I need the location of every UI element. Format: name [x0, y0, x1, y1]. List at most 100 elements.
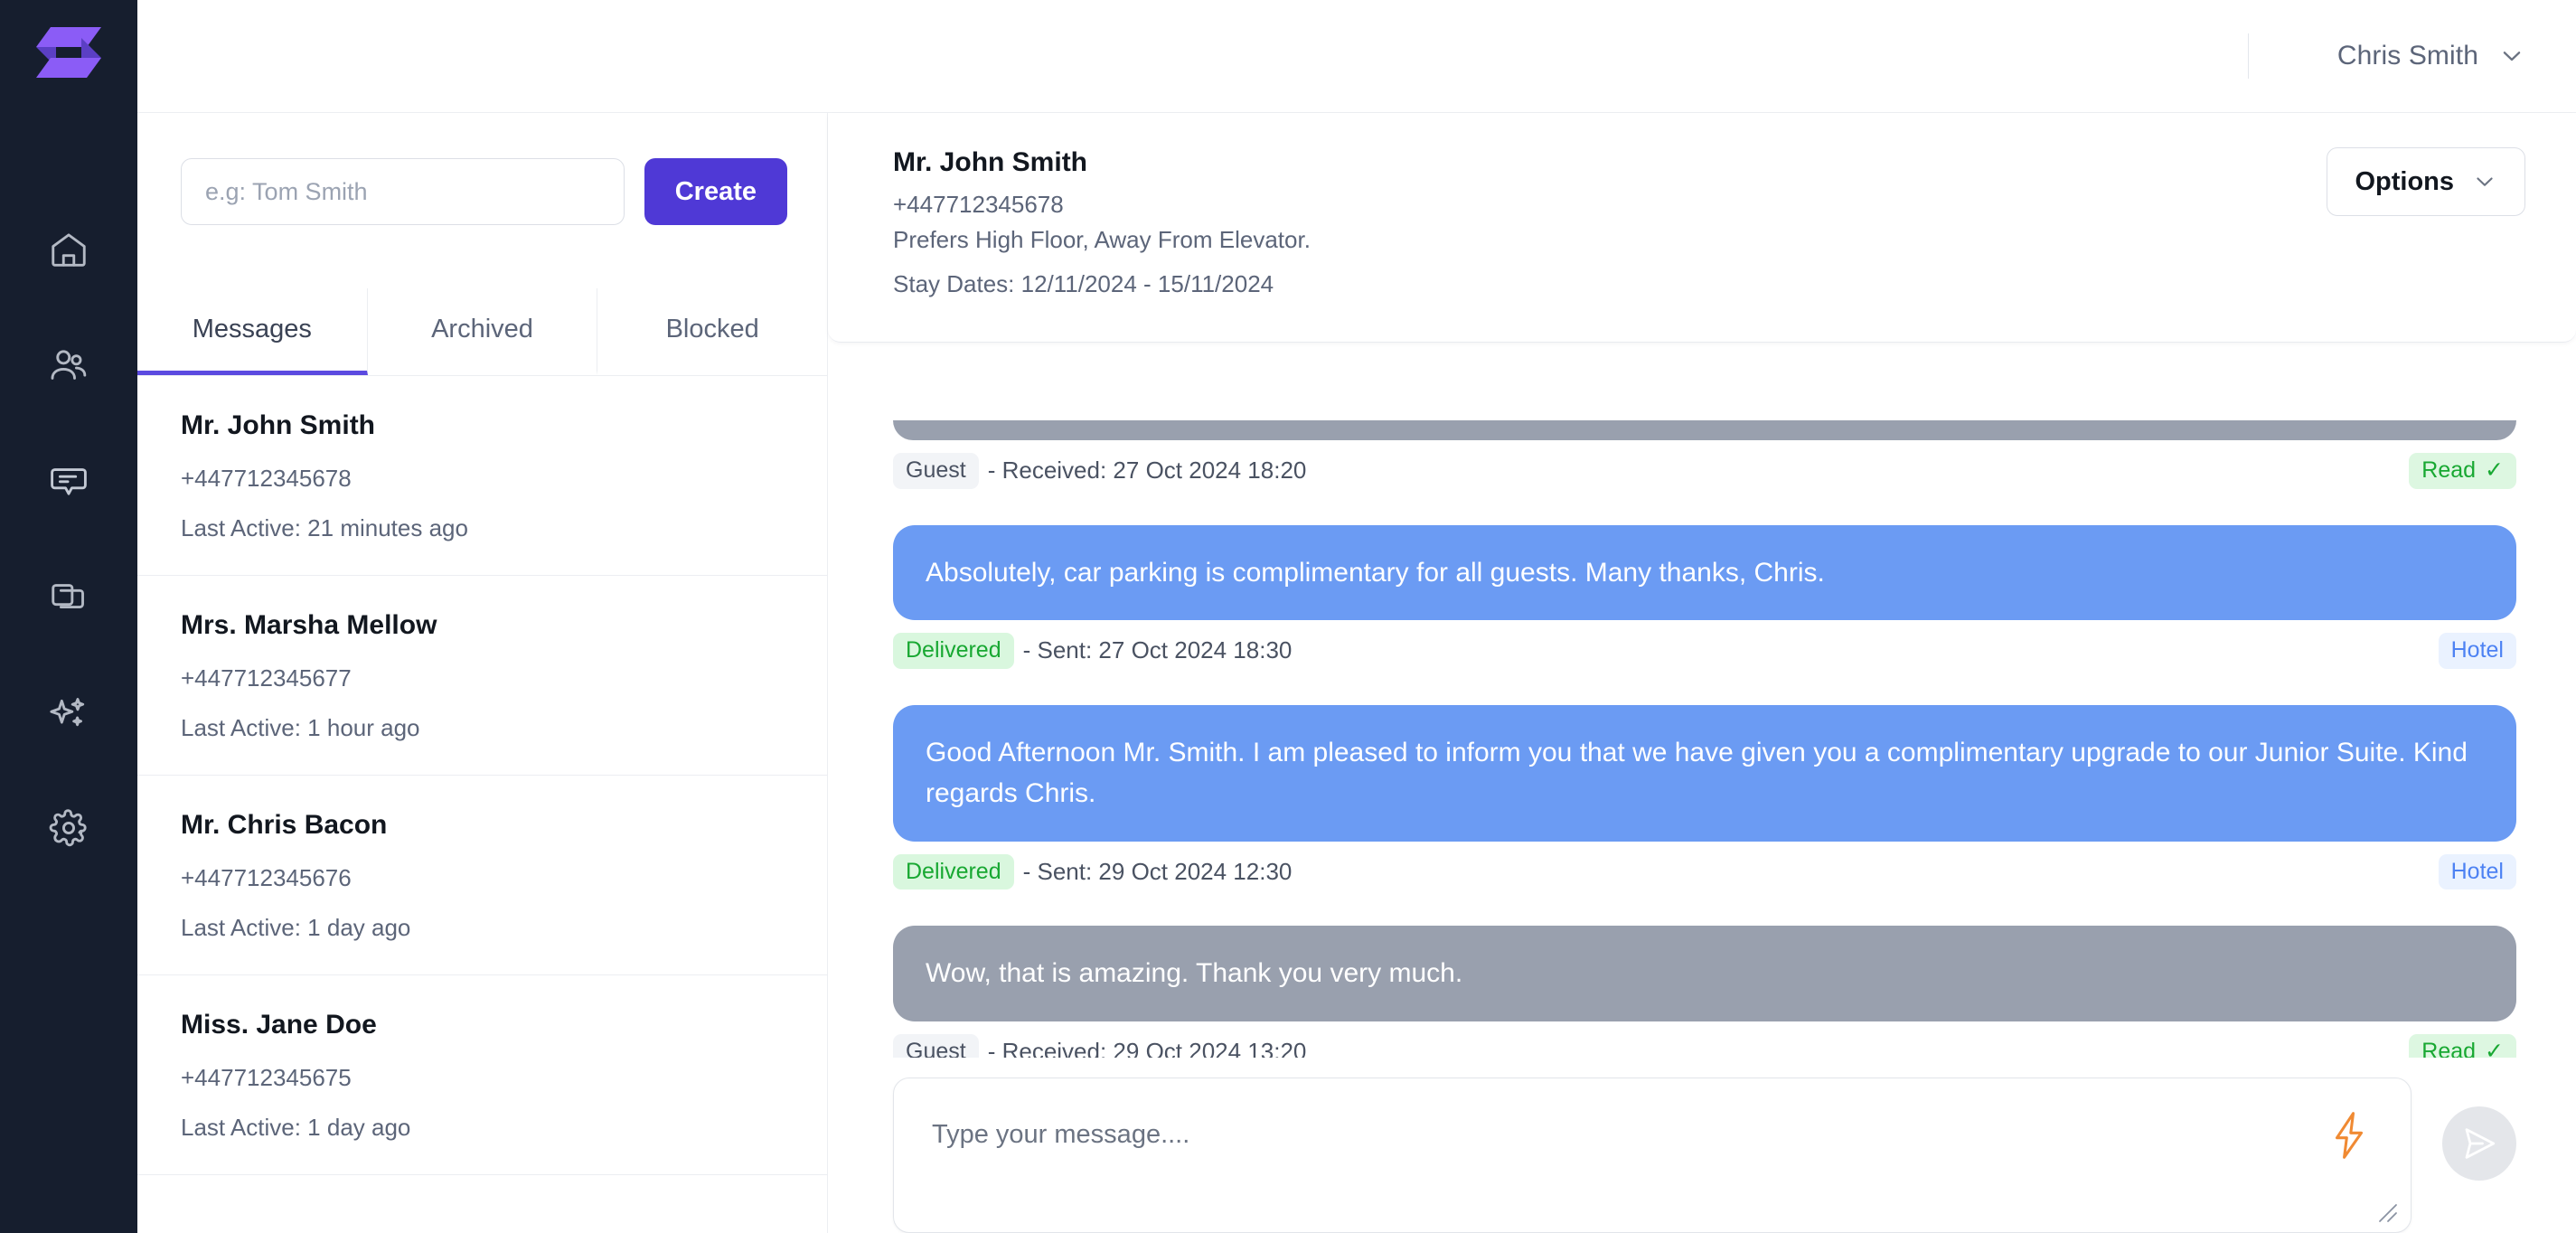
primary-nav-rail	[0, 0, 137, 1233]
message-thread: Guest - Received: 27 Oct 2024 18:20 Read…	[828, 343, 2576, 1058]
top-bar: Chris Smith	[137, 0, 2576, 113]
body-split: Create Messages Archived Blocked Mr. Joh…	[137, 113, 2576, 1233]
message-meta-left: Delivered - Sent: 29 Oct 2024 12:30	[893, 853, 1293, 890]
conversation-list-panel: Create Messages Archived Blocked Mr. Joh…	[137, 113, 828, 1233]
list-item[interactable]: Mr. John Smith +447712345678 Last Active…	[137, 376, 827, 576]
delivery-badge: Delivered	[893, 633, 1014, 669]
list-item[interactable]: Mr. Chris Bacon +447712345676 Last Activ…	[137, 776, 827, 975]
tab-messages[interactable]: Messages	[137, 288, 368, 375]
message-timestamp: - Received: 29 Oct 2024 13:20	[987, 1038, 1307, 1058]
message-bubble-truncated	[893, 420, 2516, 440]
message-timestamp: - Received: 27 Oct 2024 18:20	[987, 456, 1307, 485]
contact-last-active: Last Active: 1 day ago	[181, 1114, 411, 1141]
message-meta: Delivered - Sent: 29 Oct 2024 12:30 Hote…	[893, 853, 2516, 890]
contact-name: Mr. John Smith	[181, 410, 376, 440]
status-badge-label: Read	[2421, 1038, 2477, 1058]
sidebar-item-messages[interactable]	[0, 423, 137, 539]
contact-last-active: Last Active: 21 minutes ago	[181, 514, 468, 541]
contact-name: Miss. Jane Doe	[181, 1010, 377, 1040]
options-button[interactable]: Options	[2327, 147, 2525, 216]
message-group: Wow, that is amazing. Thank you very muc…	[893, 926, 2516, 1058]
messages-icon	[51, 468, 87, 495]
check-icon: ✓	[2485, 1038, 2504, 1058]
quick-reply-button[interactable]	[2329, 1111, 2369, 1160]
message-timestamp: - Sent: 27 Oct 2024 18:30	[1022, 636, 1293, 664]
rail-nav-items	[0, 192, 137, 886]
sender-badge: Guest	[893, 453, 979, 489]
send-button[interactable]	[2442, 1106, 2516, 1181]
message-meta-left: Delivered - Sent: 27 Oct 2024 18:30	[893, 633, 1292, 669]
message-meta-left: Guest - Received: 29 Oct 2024 13:20	[893, 1033, 1307, 1058]
contact-name: Mrs. Marsha Mellow	[181, 610, 437, 640]
app-logo-icon	[36, 27, 101, 78]
sidebar-item-contacts[interactable]	[0, 307, 137, 423]
message-bubble: Absolutely, car parking is complimentary…	[893, 524, 2516, 621]
create-button[interactable]: Create	[644, 158, 787, 225]
thread-top-spacer	[893, 343, 2516, 420]
contact-list: Mr. John Smith +447712345678 Last Active…	[137, 376, 827, 1233]
app-logo[interactable]	[31, 20, 107, 85]
chevron-down-icon	[2477, 177, 2493, 186]
check-icon: ✓	[2485, 457, 2504, 483]
message-group: Good Afternoon Mr. Smith. I am pleased t…	[893, 704, 2516, 890]
contacts-icon	[51, 350, 87, 380]
message-meta: Guest - Received: 27 Oct 2024 18:20 Read…	[893, 453, 2516, 489]
list-tabs: Messages Archived Blocked	[137, 288, 828, 376]
tab-archived[interactable]: Archived	[367, 288, 598, 375]
app-root: Chris Smith Create Messages Archived Blo…	[0, 0, 2576, 1233]
documents-icon	[52, 584, 84, 608]
guest-preference: Prefers High Floor, Away From Elevator.	[893, 226, 1311, 253]
message-group: Guest - Received: 27 Oct 2024 18:20 Read…	[893, 420, 2516, 489]
options-button-label: Options	[2355, 166, 2454, 196]
search-input[interactable]	[181, 158, 625, 225]
status-badge-label: Read	[2421, 457, 2477, 483]
sidebar-item-ai-assistant[interactable]	[0, 654, 137, 770]
sender-badge: Hotel	[2438, 633, 2516, 669]
sparkle-icon	[50, 697, 85, 727]
user-menu[interactable]: Chris Smith	[2337, 41, 2525, 71]
sender-badge: Guest	[893, 1033, 979, 1058]
sidebar-item-settings[interactable]	[0, 770, 137, 886]
status-badge: Read ✓	[2409, 453, 2516, 489]
contact-name: Mr. Chris Bacon	[181, 810, 388, 840]
guest-details: Mr. John Smith +447712345678 Prefers Hig…	[893, 147, 1311, 306]
contact-last-active: Last Active: 1 hour ago	[181, 714, 420, 741]
guest-phone: +447712345678	[893, 191, 1064, 218]
message-thread-scroll[interactable]: Guest - Received: 27 Oct 2024 18:20 Read…	[893, 343, 2516, 1058]
message-bubble: Wow, that is amazing. Thank you very muc…	[893, 926, 2516, 1021]
tab-blocked[interactable]: Blocked	[597, 288, 828, 375]
sender-badge: Hotel	[2438, 853, 2516, 890]
message-meta: Delivered - Sent: 27 Oct 2024 18:30 Hote…	[893, 633, 2516, 669]
contact-phone: +447712345677	[181, 664, 352, 692]
delivery-badge: Delivered	[893, 853, 1014, 890]
message-group: Absolutely, car parking is complimentary…	[893, 524, 2516, 669]
composer-box	[893, 1077, 2411, 1233]
home-icon	[52, 233, 86, 267]
contact-last-active: Last Active: 1 day ago	[181, 914, 411, 941]
contact-phone: +447712345675	[181, 1064, 352, 1091]
conversation-panel: Mr. John Smith +447712345678 Prefers Hig…	[828, 113, 2576, 1233]
search-row: Create	[137, 113, 827, 225]
list-item[interactable]: Mrs. Marsha Mellow +447712345677 Last Ac…	[137, 576, 827, 776]
message-composer	[828, 1058, 2576, 1233]
guest-name: Mr. John Smith	[893, 147, 1088, 177]
sidebar-item-home[interactable]	[0, 192, 137, 307]
message-meta: Guest - Received: 29 Oct 2024 13:20 Read…	[893, 1033, 2516, 1058]
chevron-down-icon	[2503, 52, 2521, 61]
message-timestamp: - Sent: 29 Oct 2024 12:30	[1022, 858, 1293, 886]
main-area: Chris Smith Create Messages Archived Blo…	[137, 0, 2576, 1233]
message-meta-left: Guest - Received: 27 Oct 2024 18:20	[893, 453, 1306, 489]
settings-icon	[49, 809, 87, 847]
list-item[interactable]: Miss. Jane Doe +447712345675 Last Active…	[137, 975, 827, 1175]
user-name-label: Chris Smith	[2336, 41, 2478, 71]
status-badge: Read ✓	[2409, 1033, 2516, 1058]
lightning-bolt-icon	[2335, 1111, 2364, 1159]
send-icon	[2465, 1128, 2496, 1159]
guest-stay-dates: Stay Dates: 12/11/2024 - 15/11/2024	[893, 270, 1274, 297]
sidebar-item-documents[interactable]	[0, 539, 137, 654]
contact-phone: +447712345676	[181, 864, 352, 891]
topbar-divider	[2247, 33, 2249, 79]
message-bubble: Good Afternoon Mr. Smith. I am pleased t…	[893, 704, 2516, 842]
conversation-header: Mr. John Smith +447712345678 Prefers Hig…	[828, 113, 2576, 343]
message-input[interactable]	[894, 1078, 2411, 1228]
